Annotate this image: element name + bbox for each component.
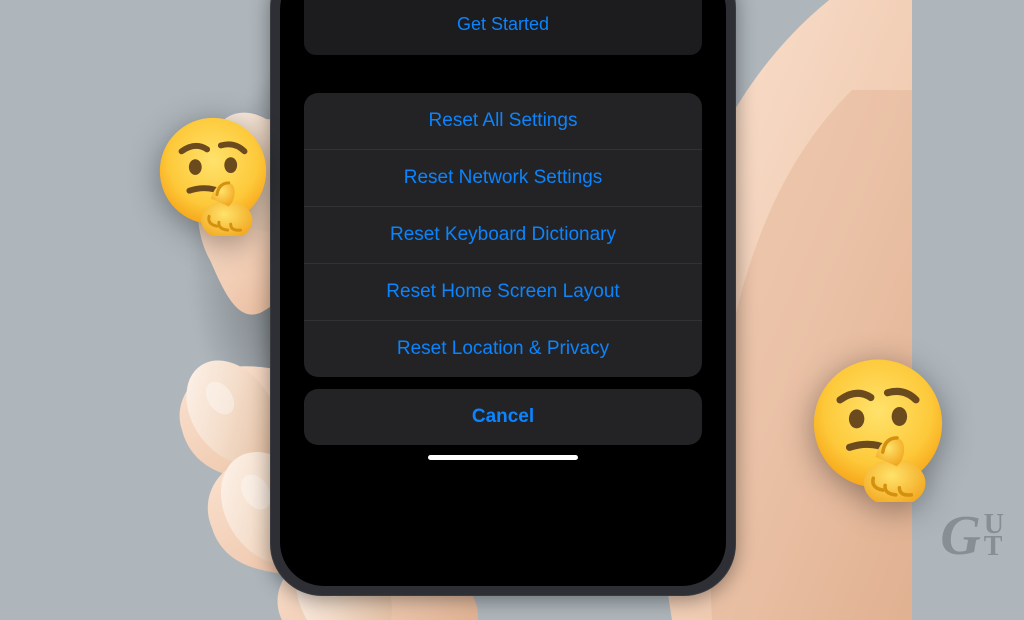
top-info-card: Get Started: [304, 0, 702, 55]
iphone-device-frame: Get Started Reset All Settings Reset Net…: [270, 0, 736, 596]
home-indicator[interactable]: [428, 455, 578, 460]
reset-all-settings-button[interactable]: Reset All Settings: [304, 93, 702, 150]
reset-keyboard-dictionary-button[interactable]: Reset Keyboard Dictionary: [304, 207, 702, 264]
thinking-face-icon: [802, 350, 954, 502]
reset-location-privacy-button[interactable]: Reset Location & Privacy: [304, 321, 702, 377]
reset-home-screen-layout-button[interactable]: Reset Home Screen Layout: [304, 264, 702, 321]
get-started-button[interactable]: Get Started: [304, 0, 702, 43]
reset-action-sheet: Reset All Settings Reset Network Setting…: [304, 93, 702, 377]
phone-bezel: Get Started Reset All Settings Reset Net…: [280, 0, 726, 586]
watermark-letter-t: T: [984, 536, 1004, 558]
thinking-face-icon: [150, 110, 276, 236]
cancel-button[interactable]: Cancel: [304, 389, 702, 445]
watermark-letter-g: G: [940, 504, 977, 568]
reset-network-settings-button[interactable]: Reset Network Settings: [304, 150, 702, 207]
watermark-logo: G U T: [940, 504, 1004, 568]
phone-screen: Get Started Reset All Settings Reset Net…: [288, 0, 718, 576]
